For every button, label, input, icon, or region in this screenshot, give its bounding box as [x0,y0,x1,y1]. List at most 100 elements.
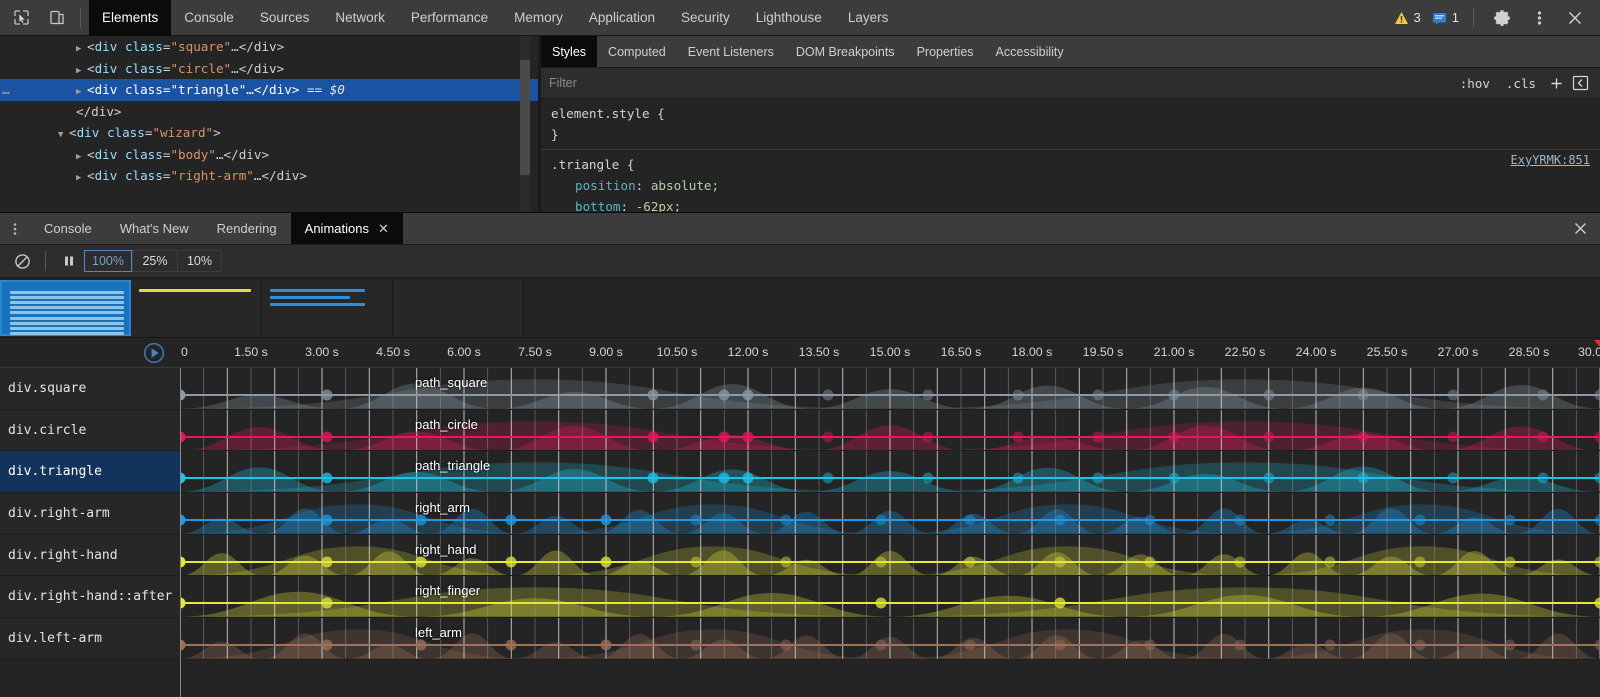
animation-row[interactable]: div.circlepath_circle [0,410,1600,452]
keyframe-marker[interactable] [719,431,730,442]
panel-tab-application[interactable]: Application [576,0,668,36]
keyframe-marker[interactable] [965,640,976,651]
animation-track[interactable]: left_arm [180,618,1600,659]
keyframe-marker[interactable] [1093,431,1104,442]
keyframe-marker[interactable] [1505,556,1516,567]
keyframe-marker[interactable] [1012,431,1023,442]
keyframe-marker[interactable] [780,556,791,567]
keyframe-marker[interactable] [321,431,332,442]
keyframe-marker[interactable] [1358,473,1369,484]
drawer-more-options-icon[interactable] [0,213,30,244]
animation-row-label[interactable]: div.triangle [0,451,180,492]
keyframe-marker[interactable] [1358,390,1369,401]
keyframe-marker[interactable] [1055,598,1066,609]
inspect-element-icon[interactable] [6,3,36,33]
more-options-icon[interactable] [1524,3,1554,33]
computed-sidebar-toggle-icon[interactable] [1568,72,1592,94]
keyframe-marker[interactable] [922,431,933,442]
keyframe-marker[interactable] [1505,515,1516,526]
css-value[interactable]: -62px; [636,199,682,212]
keyframe-marker[interactable] [1325,556,1336,567]
keyframe-marker[interactable] [1448,473,1459,484]
keyframe-marker[interactable] [1145,640,1156,651]
animation-track[interactable]: right_hand [180,535,1600,576]
keyframe-marker[interactable] [1415,640,1426,651]
keyframe-marker[interactable] [823,473,834,484]
css-value[interactable]: absolute; [651,178,719,193]
dom-tree-row[interactable]: ▶<div class="right-arm"…</div> [0,165,538,187]
keyframe-marker[interactable] [1448,390,1459,401]
device-toolbar-icon[interactable] [42,3,72,33]
keyframe-marker[interactable] [875,598,886,609]
keyframe-marker[interactable] [648,431,659,442]
drawer-tab-rendering[interactable]: Rendering [203,213,291,244]
keyframe-marker[interactable] [875,640,886,651]
keyframe-marker[interactable] [1505,640,1516,651]
dom-row-badge[interactable]: … [2,79,18,101]
keyframe-marker[interactable] [1538,431,1549,442]
issues-counters[interactable]: 3 1 [1394,10,1465,25]
keyframe-marker[interactable] [1169,473,1180,484]
keyframe-marker[interactable] [416,515,427,526]
keyframe-marker[interactable] [506,556,517,567]
dom-tree-scrollbar-thumb[interactable] [520,60,530,175]
keyframe-marker[interactable] [1325,515,1336,526]
dom-tree-row[interactable]: ▼<div class="wizard"> [0,122,538,144]
css-rule[interactable]: .triangle {ExyYRMK:851position: absolute… [541,149,1600,212]
drawer-tab-animations[interactable]: Animations✕ [291,213,403,244]
styles-tab-accessibility[interactable]: Accessibility [985,36,1075,67]
playback-speed-10[interactable]: 10% [177,250,222,272]
keyframe-marker[interactable] [416,556,427,567]
css-declaration[interactable]: bottom: -62px; [551,196,1590,212]
drawer-tab-what-s-new[interactable]: What's New [106,213,203,244]
keyframe-marker[interactable] [922,473,933,484]
drawer-tab-console[interactable]: Console [30,213,106,244]
dom-tree-view[interactable]: ▶<div class="square"…</div>▶<div class="… [0,36,538,212]
animation-track[interactable]: path_circle [180,410,1600,451]
css-selector[interactable]: .triangle { [551,154,1590,175]
animation-row[interactable]: div.left-armleft_arm [0,618,1600,660]
keyframe-marker[interactable] [1595,598,1600,609]
keyframe-marker[interactable] [1448,431,1459,442]
keyframe-marker[interactable] [1169,390,1180,401]
keyframe-marker[interactable] [1595,473,1600,484]
keyframe-marker[interactable] [780,515,791,526]
keyframe-marker[interactable] [321,640,332,651]
animation-row-label[interactable]: div.right-hand::after [0,576,180,617]
keyframe-marker[interactable] [1093,473,1104,484]
keyframe-marker[interactable] [416,640,427,651]
keyframe-marker[interactable] [1235,515,1246,526]
animation-row-label[interactable]: div.square [0,368,180,409]
keyframe-marker[interactable] [1012,390,1023,401]
keyframe-marker[interactable] [1595,556,1600,567]
keyframe-marker[interactable] [743,390,754,401]
keyframe-marker[interactable] [1595,390,1600,401]
keyframe-marker[interactable] [1358,431,1369,442]
styles-filter-input[interactable] [549,76,1452,90]
animation-row[interactable]: div.squarepath_square [0,368,1600,410]
keyframe-marker[interactable] [743,473,754,484]
keyframe-marker[interactable] [743,431,754,442]
css-rules-list[interactable]: element.style {}.triangle {ExyYRMK:851po… [541,99,1600,212]
timeline-scrubber[interactable] [180,368,181,697]
animation-group-preview[interactable] [131,280,262,336]
animation-row[interactable]: div.right-hand::afterright_finger [0,576,1600,618]
keyframe-marker[interactable] [1415,556,1426,567]
keyframe-marker[interactable] [965,556,976,567]
styles-tab-event-listeners[interactable]: Event Listeners [677,36,785,67]
keyframe-marker[interactable] [1145,515,1156,526]
styles-tab-styles[interactable]: Styles [541,36,597,67]
keyframe-marker[interactable] [1055,556,1066,567]
close-tab-icon[interactable]: ✕ [378,221,389,237]
keyframe-marker[interactable] [1145,556,1156,567]
panel-tab-layers[interactable]: Layers [835,0,902,36]
styles-tab-computed[interactable]: Computed [597,36,677,67]
keyframe-marker[interactable] [1263,473,1274,484]
keyframe-marker[interactable] [321,556,332,567]
keyframe-marker[interactable] [922,390,933,401]
keyframe-marker[interactable] [875,556,886,567]
panel-tab-sources[interactable]: Sources [247,0,323,36]
keyframe-marker[interactable] [321,473,332,484]
animation-timeline-ruler[interactable]: 01.50 s3.00 s4.50 s6.00 s7.50 s9.00 s10.… [0,338,1600,368]
dom-tree-row[interactable]: </div> [0,101,538,123]
